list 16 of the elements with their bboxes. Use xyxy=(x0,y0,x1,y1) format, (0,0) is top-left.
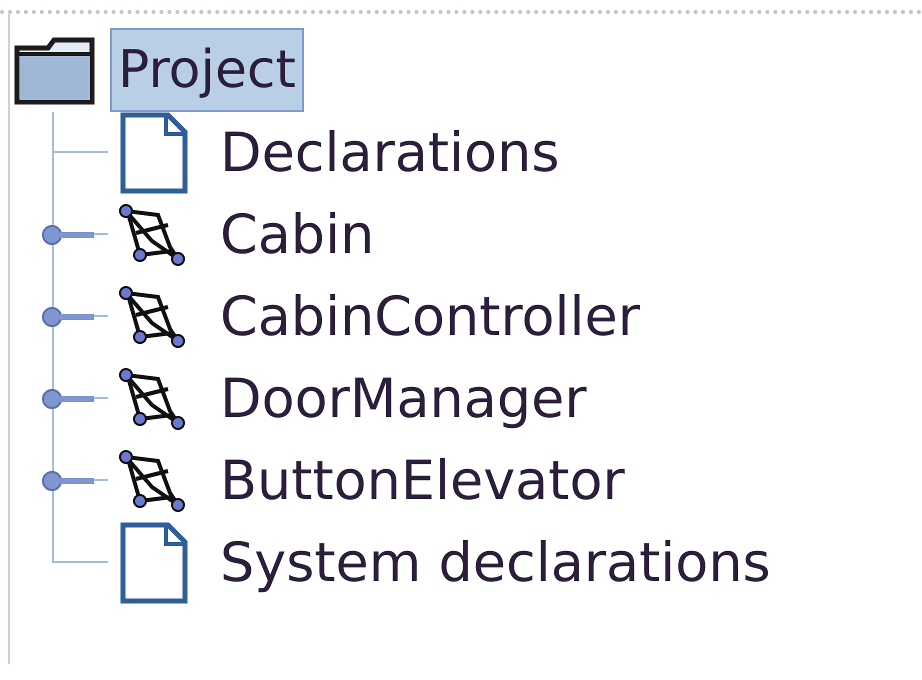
expand-handle[interactable] xyxy=(40,387,96,411)
tree-item[interactable]: Project xyxy=(110,28,304,112)
tree-item[interactable]: System declarations xyxy=(216,536,775,590)
tree-item[interactable]: ButtonElevator xyxy=(216,454,629,508)
tree-item[interactable]: CabinController xyxy=(216,290,644,344)
tree-connector xyxy=(52,112,108,153)
document-icon xyxy=(120,522,188,604)
document-icon xyxy=(120,112,188,194)
tree-item[interactable]: Declarations xyxy=(216,126,564,180)
tree-item[interactable]: DoorManager xyxy=(216,372,591,426)
tree-connector xyxy=(52,522,108,563)
tree-item[interactable]: Cabin xyxy=(216,208,378,262)
expand-handle[interactable] xyxy=(40,305,96,329)
expand-handle[interactable] xyxy=(40,469,96,493)
expand-handle[interactable] xyxy=(40,223,96,247)
tree-line xyxy=(52,153,54,194)
